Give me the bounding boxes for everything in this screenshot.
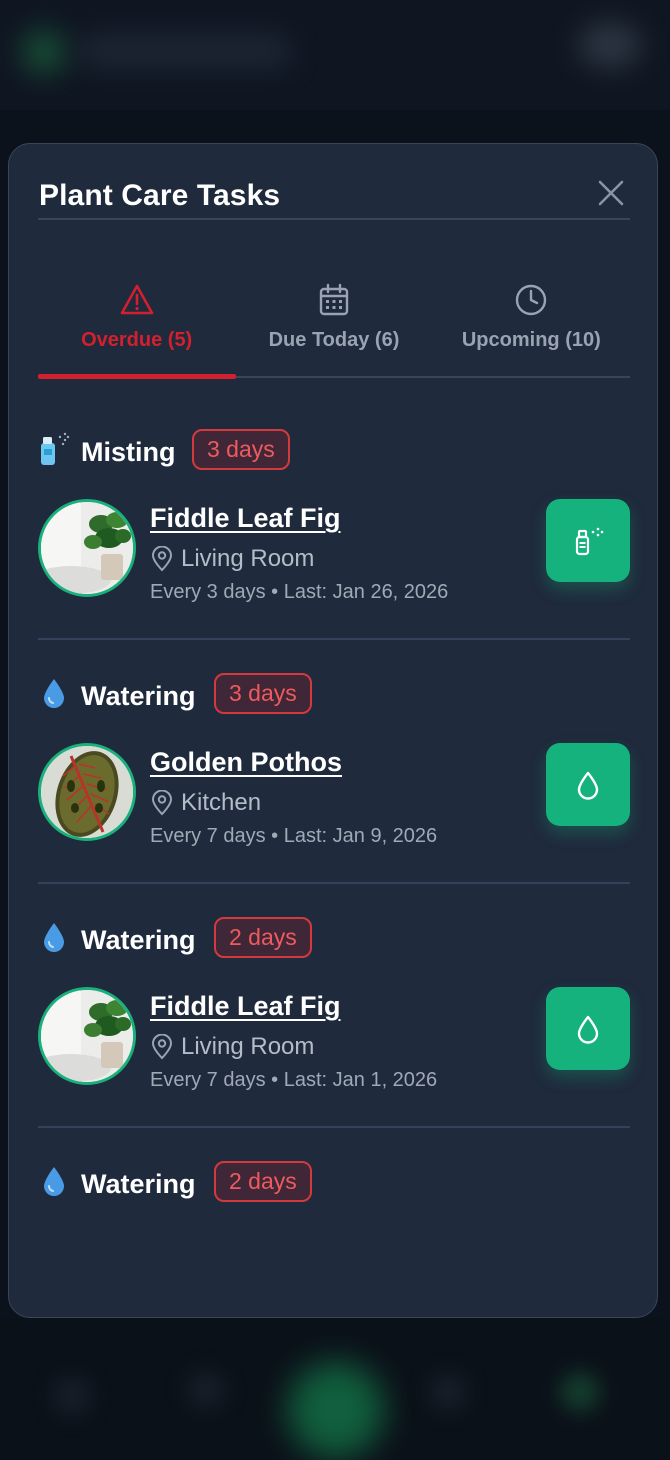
tab-upcoming[interactable]: Upcoming (10) (433, 272, 630, 376)
background-nav-item (560, 1372, 600, 1412)
golden-pothos-photo (41, 746, 133, 838)
task-type-name: Watering (81, 1169, 196, 1199)
background-avatar (578, 22, 642, 68)
overdue-badge: 2 days (214, 917, 312, 958)
plant-name-link[interactable]: Golden Pothos (150, 747, 342, 778)
task-type-name: Watering (81, 681, 196, 711)
task-type-header: Watering 2 days (38, 917, 630, 963)
water-drop-icon (44, 923, 64, 952)
map-pin-icon (151, 1034, 173, 1060)
plant-row: Fiddle Leaf Fig Living Room Every 7 days… (38, 987, 630, 1091)
tab-label: Overdue (5) (81, 329, 193, 351)
tab-label: Upcoming (10) (461, 329, 601, 351)
background-nav-item (52, 1376, 92, 1416)
modal-header: Plant Care Tasks (38, 174, 630, 220)
schedule-text: Every 7 days • Last: Jan 1, 2026 (150, 1069, 438, 1091)
task-tabs: Overdue (5) Due Today (6) Upcoming (10) (38, 272, 630, 379)
background-nav-item (428, 1372, 468, 1412)
tab-overdue[interactable]: Overdue (5) (38, 272, 237, 379)
fiddle-leaf-fig-photo (41, 502, 133, 594)
plant-avatar[interactable] (38, 499, 136, 597)
location-text: Kitchen (181, 789, 262, 816)
plant-care-tasks-modal: Plant Care Tasks Overdue (5) Due Today (… (8, 143, 658, 1318)
overdue-badge: 3 days (192, 429, 290, 470)
water-drop-icon (577, 771, 599, 800)
spray-bottle-icon (41, 432, 70, 465)
plant-name-link[interactable]: Fiddle Leaf Fig (150, 503, 341, 534)
overdue-badge: 3 days (214, 673, 312, 714)
task-type-header: Watering 2 days (38, 1161, 630, 1207)
divider (38, 638, 630, 640)
spray-bottle-icon (575, 527, 604, 555)
plant-row: Golden Pothos Kitchen Every 7 days • Las… (38, 743, 630, 847)
background-fab (288, 1362, 384, 1458)
mist-button[interactable] (546, 499, 630, 582)
tab-label: Due Today (6) (268, 329, 400, 351)
background-title (80, 34, 290, 68)
alert-triangle-icon (120, 284, 153, 315)
close-button[interactable] (596, 178, 626, 208)
plant-name-link[interactable]: Fiddle Leaf Fig (150, 991, 341, 1022)
plant-row: Fiddle Leaf Fig Living Room Every 3 days… (38, 499, 630, 603)
water-drop-icon (577, 1015, 599, 1044)
task-type-name: Watering (81, 925, 196, 955)
plant-avatar[interactable] (38, 987, 136, 1085)
overdue-badge: 2 days (214, 1161, 312, 1202)
location-text: Living Room (181, 545, 315, 572)
close-icon (598, 180, 624, 206)
fiddle-leaf-fig-photo (41, 990, 133, 1082)
water-button[interactable] (546, 987, 630, 1070)
calendar-icon (319, 283, 349, 316)
location-text: Living Room (181, 1033, 315, 1060)
clock-icon (516, 284, 547, 316)
map-pin-icon (151, 790, 173, 816)
tab-due-today[interactable]: Due Today (6) (235, 272, 432, 376)
divider (38, 1126, 630, 1128)
background-nav-item (186, 1370, 226, 1410)
water-drop-icon (44, 679, 64, 708)
schedule-text: Every 7 days • Last: Jan 9, 2026 (150, 825, 438, 847)
task-type-header: Watering 3 days (38, 673, 630, 719)
water-button[interactable] (546, 743, 630, 826)
background-logo (22, 30, 66, 74)
modal-title: Plant Care Tasks (39, 179, 281, 212)
water-drop-icon (44, 1167, 64, 1196)
task-type-name: Misting (81, 437, 176, 467)
map-pin-icon (151, 546, 173, 572)
divider (38, 882, 630, 884)
plant-avatar[interactable] (38, 743, 136, 841)
task-type-header: Misting 3 days (38, 429, 630, 475)
schedule-text: Every 3 days • Last: Jan 26, 2026 (150, 581, 449, 603)
